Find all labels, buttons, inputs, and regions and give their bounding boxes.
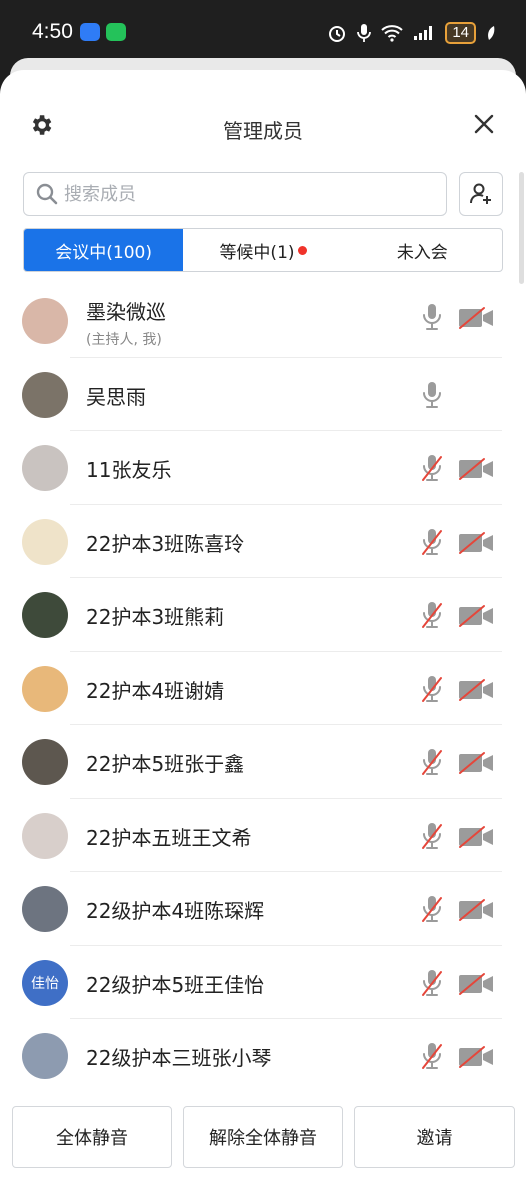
camera-off-icon[interactable] [458,678,494,702]
camera-off-icon[interactable] [458,972,494,996]
search-box[interactable] [23,172,447,216]
alarm-icon [329,26,346,42]
mic-muted-icon[interactable] [420,968,444,998]
member-tabs: 会议中(100) 等候中(1) 未入会 [23,228,503,272]
camera-off-icon[interactable] [458,825,494,849]
search-icon [36,183,58,205]
member-row[interactable]: 22护本五班王文希 [0,799,526,872]
mic-muted-icon[interactable] [420,821,444,851]
member-name: 11张友乐 [86,458,172,482]
status-bar: 4:50 14 [0,0,526,62]
member-name: 22护本五班王文希 [86,825,252,850]
avatar [22,1033,68,1079]
member-row[interactable]: 22护本4班谢婧 [0,652,526,725]
tab-label: 会议中(100) [55,242,153,263]
scrollbar[interactable] [519,172,524,284]
tencent-meeting-app-icon [80,23,100,41]
mute-all-label: 全体静音 [56,1128,128,1149]
close-icon[interactable] [472,112,496,136]
member-name: 22护本3班陈喜玲 [86,531,245,556]
member-row[interactable]: 22护本3班熊莉 [0,578,526,652]
page-title: 管理成员 [223,119,303,143]
avatar [22,445,68,491]
mic-muted-icon[interactable] [420,453,444,483]
invite-button[interactable]: 邀请 [354,1106,515,1168]
member-name: 吴思雨 [86,384,146,409]
member-name: 22护本3班熊莉 [86,605,225,629]
member-row[interactable]: 22护本3班陈喜玲 [0,505,526,578]
unmute-all-button[interactable]: 解除全体静音 [183,1106,343,1168]
leaf-icon [488,26,495,40]
member-name: 22护本5班张于鑫 [86,752,245,776]
microphone-status-icon [357,24,372,42]
mic-muted-icon[interactable] [420,1041,444,1071]
battery-indicator: 14 [445,22,476,44]
tab-waiting[interactable]: 等候中(1) [183,229,342,271]
camera-off-icon[interactable] [458,1045,494,1069]
member-row[interactable]: 22级护本4班陈琛辉 [0,872,526,946]
mic-muted-icon[interactable] [420,894,444,924]
camera-off-icon[interactable] [458,457,494,481]
camera-off-icon[interactable] [458,306,494,330]
avatar [22,739,68,785]
mic-icon[interactable] [420,380,444,410]
avatar [22,592,68,638]
mic-muted-icon[interactable] [420,674,444,704]
mute-all-button[interactable]: 全体静音 [12,1106,172,1168]
unmute-all-label: 解除全体静音 [209,1128,317,1149]
tab-label: 未入会 [396,242,448,263]
mic-icon[interactable] [420,302,444,332]
member-row[interactable]: 22级护本三班张小琴 [0,1019,526,1093]
camera-off-icon[interactable] [458,604,494,628]
member-name: 22级护本5班王佳怡 [86,972,265,997]
member-name: 22级护本三班张小琴 [86,1046,272,1070]
member-list: 墨染微巡 (主持人, 我) 吴思雨 11张友乐 22护本3班陈喜玲 22护本3班熊莉 22护… [0,284,526,1093]
member-row[interactable]: 佳怡 22级护本5班王佳怡 [0,946,526,1019]
avatar [22,886,68,932]
status-icons: 14 [327,22,496,44]
mic-muted-icon[interactable] [420,747,444,777]
tab-in-meeting[interactable]: 会议中(100) [24,229,184,271]
avatar: 佳怡 [22,959,68,1006]
avatar [22,518,68,565]
wechat-app-icon [106,23,126,41]
member-name: 墨染微巡 [86,300,166,324]
add-member-button[interactable] [459,172,503,216]
member-row[interactable]: 墨染微巡 (主持人, 我) [0,284,526,358]
avatar [22,298,68,344]
status-time: 4:50 [32,20,73,43]
camera-off-icon[interactable] [458,531,494,555]
mic-muted-icon[interactable] [420,600,444,630]
footer-actions: 全体静音 解除全体静音 邀请 [0,1085,526,1189]
mic-muted-icon[interactable] [420,527,444,557]
member-row[interactable]: 11张友乐 [0,431,526,505]
invite-label: 邀请 [416,1128,453,1149]
tab-not-joined[interactable]: 未入会 [343,229,502,271]
member-name: 22级护本4班陈琛辉 [86,899,265,923]
signal-icon [414,26,433,40]
member-role: (主持人, 我) [86,332,162,348]
member-row[interactable]: 吴思雨 [0,358,526,431]
camera-off-icon[interactable] [458,898,494,922]
wifi-icon [381,25,403,42]
avatar [22,665,68,712]
tab-label: 等候中(1) [219,242,295,263]
avatar-initials: 佳怡 [31,975,59,992]
add-user-icon [470,183,491,204]
search-input[interactable] [64,179,434,209]
camera-off-icon[interactable] [458,751,494,775]
member-row[interactable]: 22护本5班张于鑫 [0,725,526,799]
avatar [22,812,68,859]
avatar [22,371,68,418]
member-name: 22护本4班谢婧 [86,678,225,703]
manage-members-sheet: 管理成员 会议中(100) 等候中(1) 未入会 墨染微巡 (主持人, 我) 吴思雨… [0,70,526,1189]
waiting-badge-dot [297,245,307,255]
